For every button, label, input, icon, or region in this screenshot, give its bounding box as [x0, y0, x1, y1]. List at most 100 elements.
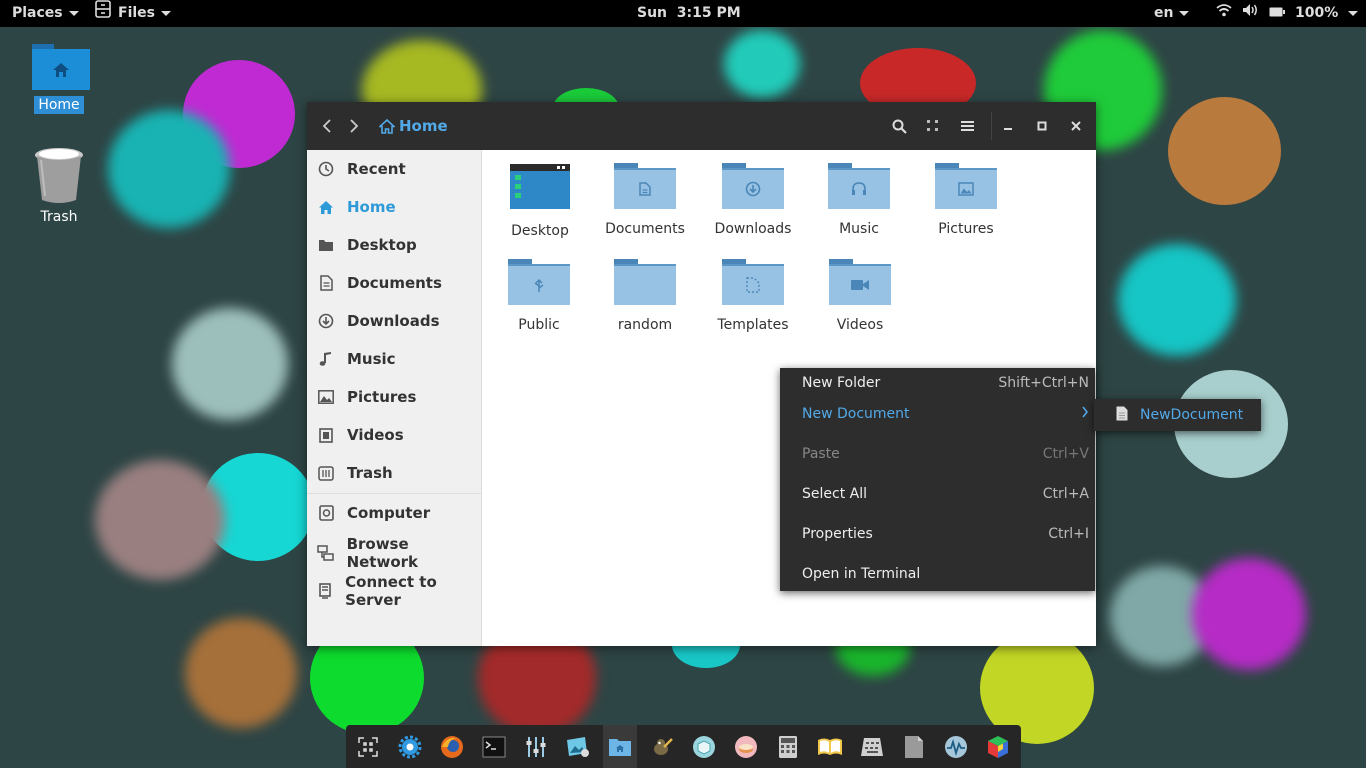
file-item-desktop[interactable]: Desktop [490, 163, 590, 239]
chevron-down-icon [161, 11, 171, 16]
file-item-videos[interactable]: Videos [810, 259, 910, 333]
submenu-new-document[interactable]: NewDocument [1094, 399, 1261, 431]
files-label: Files [118, 5, 155, 21]
dock-firefox[interactable] [439, 734, 465, 760]
dock-files[interactable] [603, 725, 637, 768]
file-item-music[interactable]: Music [809, 163, 909, 237]
menu-item-shortcut: Ctrl+V [1042, 446, 1089, 462]
language-menu[interactable]: en [1154, 0, 1190, 27]
menu-item-label: Properties [802, 526, 873, 542]
close-button[interactable] [1062, 102, 1090, 150]
sidebar-item-downloads[interactable]: Downloads [307, 302, 482, 340]
menu-item-label: New Folder [802, 375, 881, 391]
dock-terminal[interactable] [481, 734, 507, 760]
menu-item-paste[interactable]: Paste Ctrl+V [780, 440, 1095, 468]
desktop-folder-icon [510, 163, 570, 211]
dock-settings[interactable] [397, 734, 423, 760]
music-note-icon [317, 350, 335, 368]
menu-item-shortcut: Shift+Ctrl+N [998, 375, 1089, 391]
dock-tweak-tool[interactable] [523, 734, 549, 760]
sidebar-item-recent[interactable]: Recent [307, 150, 482, 188]
sidebar-item-connect-to-server[interactable]: Connect to Server [307, 572, 482, 610]
document-icon [317, 274, 335, 292]
sidebar-item-desktop[interactable]: Desktop [307, 226, 482, 264]
forward-button[interactable] [340, 102, 368, 150]
sidebar-item-label: Downloads [347, 312, 440, 330]
desktop-icon-trash[interactable]: Trash [24, 146, 94, 226]
search-button[interactable] [885, 102, 913, 150]
path-bar-home[interactable]: Home [379, 102, 448, 150]
clock-label: Sun 3:15 PM [637, 5, 741, 21]
menu-item-new-folder[interactable]: New Folder Shift+Ctrl+N [780, 369, 1095, 397]
desktop-icon-home[interactable]: Home [24, 44, 94, 114]
dock-document-viewer[interactable] [901, 734, 927, 760]
dock-keyboard[interactable] [859, 734, 885, 760]
file-item-label: Videos [836, 317, 884, 333]
files-app-menu[interactable]: Files [94, 0, 171, 27]
music-folder-icon [828, 163, 890, 209]
back-button[interactable] [313, 102, 341, 150]
places-menu[interactable]: Places [12, 0, 79, 27]
sidebar-item-label: Trash [347, 464, 393, 482]
image-viewer-icon [567, 737, 589, 757]
dock-image-viewer[interactable] [565, 734, 591, 760]
dock-gimp[interactable] [649, 734, 675, 760]
system-status-menu[interactable]: 100% [1216, 0, 1359, 27]
sidebar-item-pictures[interactable]: Pictures [307, 378, 482, 416]
tweak-tool-icon [526, 737, 546, 757]
menu-item-label: New Document [802, 406, 910, 422]
dock-cube-app[interactable] [985, 734, 1011, 760]
header-bar: Home [307, 102, 1096, 150]
clock[interactable]: Sun 3:15 PM [637, 0, 741, 27]
file-item-pictures[interactable]: Pictures [916, 163, 1016, 237]
desktop-icon-label: Home [34, 96, 84, 114]
sidebar-item-music[interactable]: Music [307, 340, 482, 378]
dock-cake-app[interactable] [733, 734, 759, 760]
sidebar-item-home[interactable]: Home [307, 188, 482, 226]
sidebar-item-label: Documents [347, 274, 442, 292]
sidebar-item-trash[interactable]: Trash [307, 454, 482, 492]
sidebar-item-computer[interactable]: Computer [307, 494, 482, 532]
file-item-downloads[interactable]: Downloads [703, 163, 803, 237]
sidebar-item-label: Browse Network [346, 535, 418, 571]
grid-icon [927, 120, 938, 131]
language-label: en [1154, 5, 1174, 21]
file-cabinet-icon [94, 0, 112, 28]
maximize-button[interactable] [1028, 102, 1056, 150]
dock-calculator[interactable] [775, 734, 801, 760]
view-grid-button[interactable] [919, 102, 947, 150]
keyboard-icon [861, 738, 883, 756]
sidebar-item-label: Pictures [347, 388, 417, 406]
computer-icon [317, 504, 335, 522]
settings-gear-icon [398, 735, 422, 759]
menu-item-open-in-terminal[interactable]: Open in Terminal [780, 560, 1095, 588]
desktop-icon-label: Trash [40, 209, 78, 225]
file-item-random[interactable]: random [595, 259, 695, 333]
menu-button[interactable] [953, 102, 981, 150]
menu-item-new-document[interactable]: New Document [780, 400, 1095, 428]
sidebar-item-documents[interactable]: Documents [307, 264, 482, 302]
desktop-folder-icon [317, 236, 335, 254]
file-item-documents[interactable]: Documents [595, 163, 695, 237]
trash-icon [24, 146, 94, 204]
battery-label: 100% [1295, 5, 1339, 21]
dock-software[interactable] [691, 734, 717, 760]
sidebar-item-videos[interactable]: Videos [307, 416, 482, 454]
dock-dictionary[interactable] [817, 734, 843, 760]
dock-system-monitor[interactable] [943, 734, 969, 760]
header-separator [991, 112, 992, 140]
file-item-templates[interactable]: Templates [703, 259, 803, 333]
chevron-right-icon [350, 119, 359, 133]
network-icon [317, 544, 335, 562]
dock-app-grid-button[interactable] [355, 734, 381, 760]
home-icon [379, 118, 395, 134]
maximize-icon [1037, 121, 1047, 131]
sidebar: Recent Home Desktop Documents Downloads … [307, 150, 482, 646]
minimize-button[interactable] [994, 102, 1022, 150]
document-viewer-icon [905, 736, 923, 758]
menu-item-properties[interactable]: Properties Ctrl+I [780, 520, 1095, 548]
sidebar-item-browse-network[interactable]: Browse Network [307, 534, 482, 572]
submenu-item-label: NewDocument [1140, 407, 1244, 423]
file-item-public[interactable]: Public [489, 259, 589, 333]
menu-item-select-all[interactable]: Select All Ctrl+A [780, 480, 1095, 508]
